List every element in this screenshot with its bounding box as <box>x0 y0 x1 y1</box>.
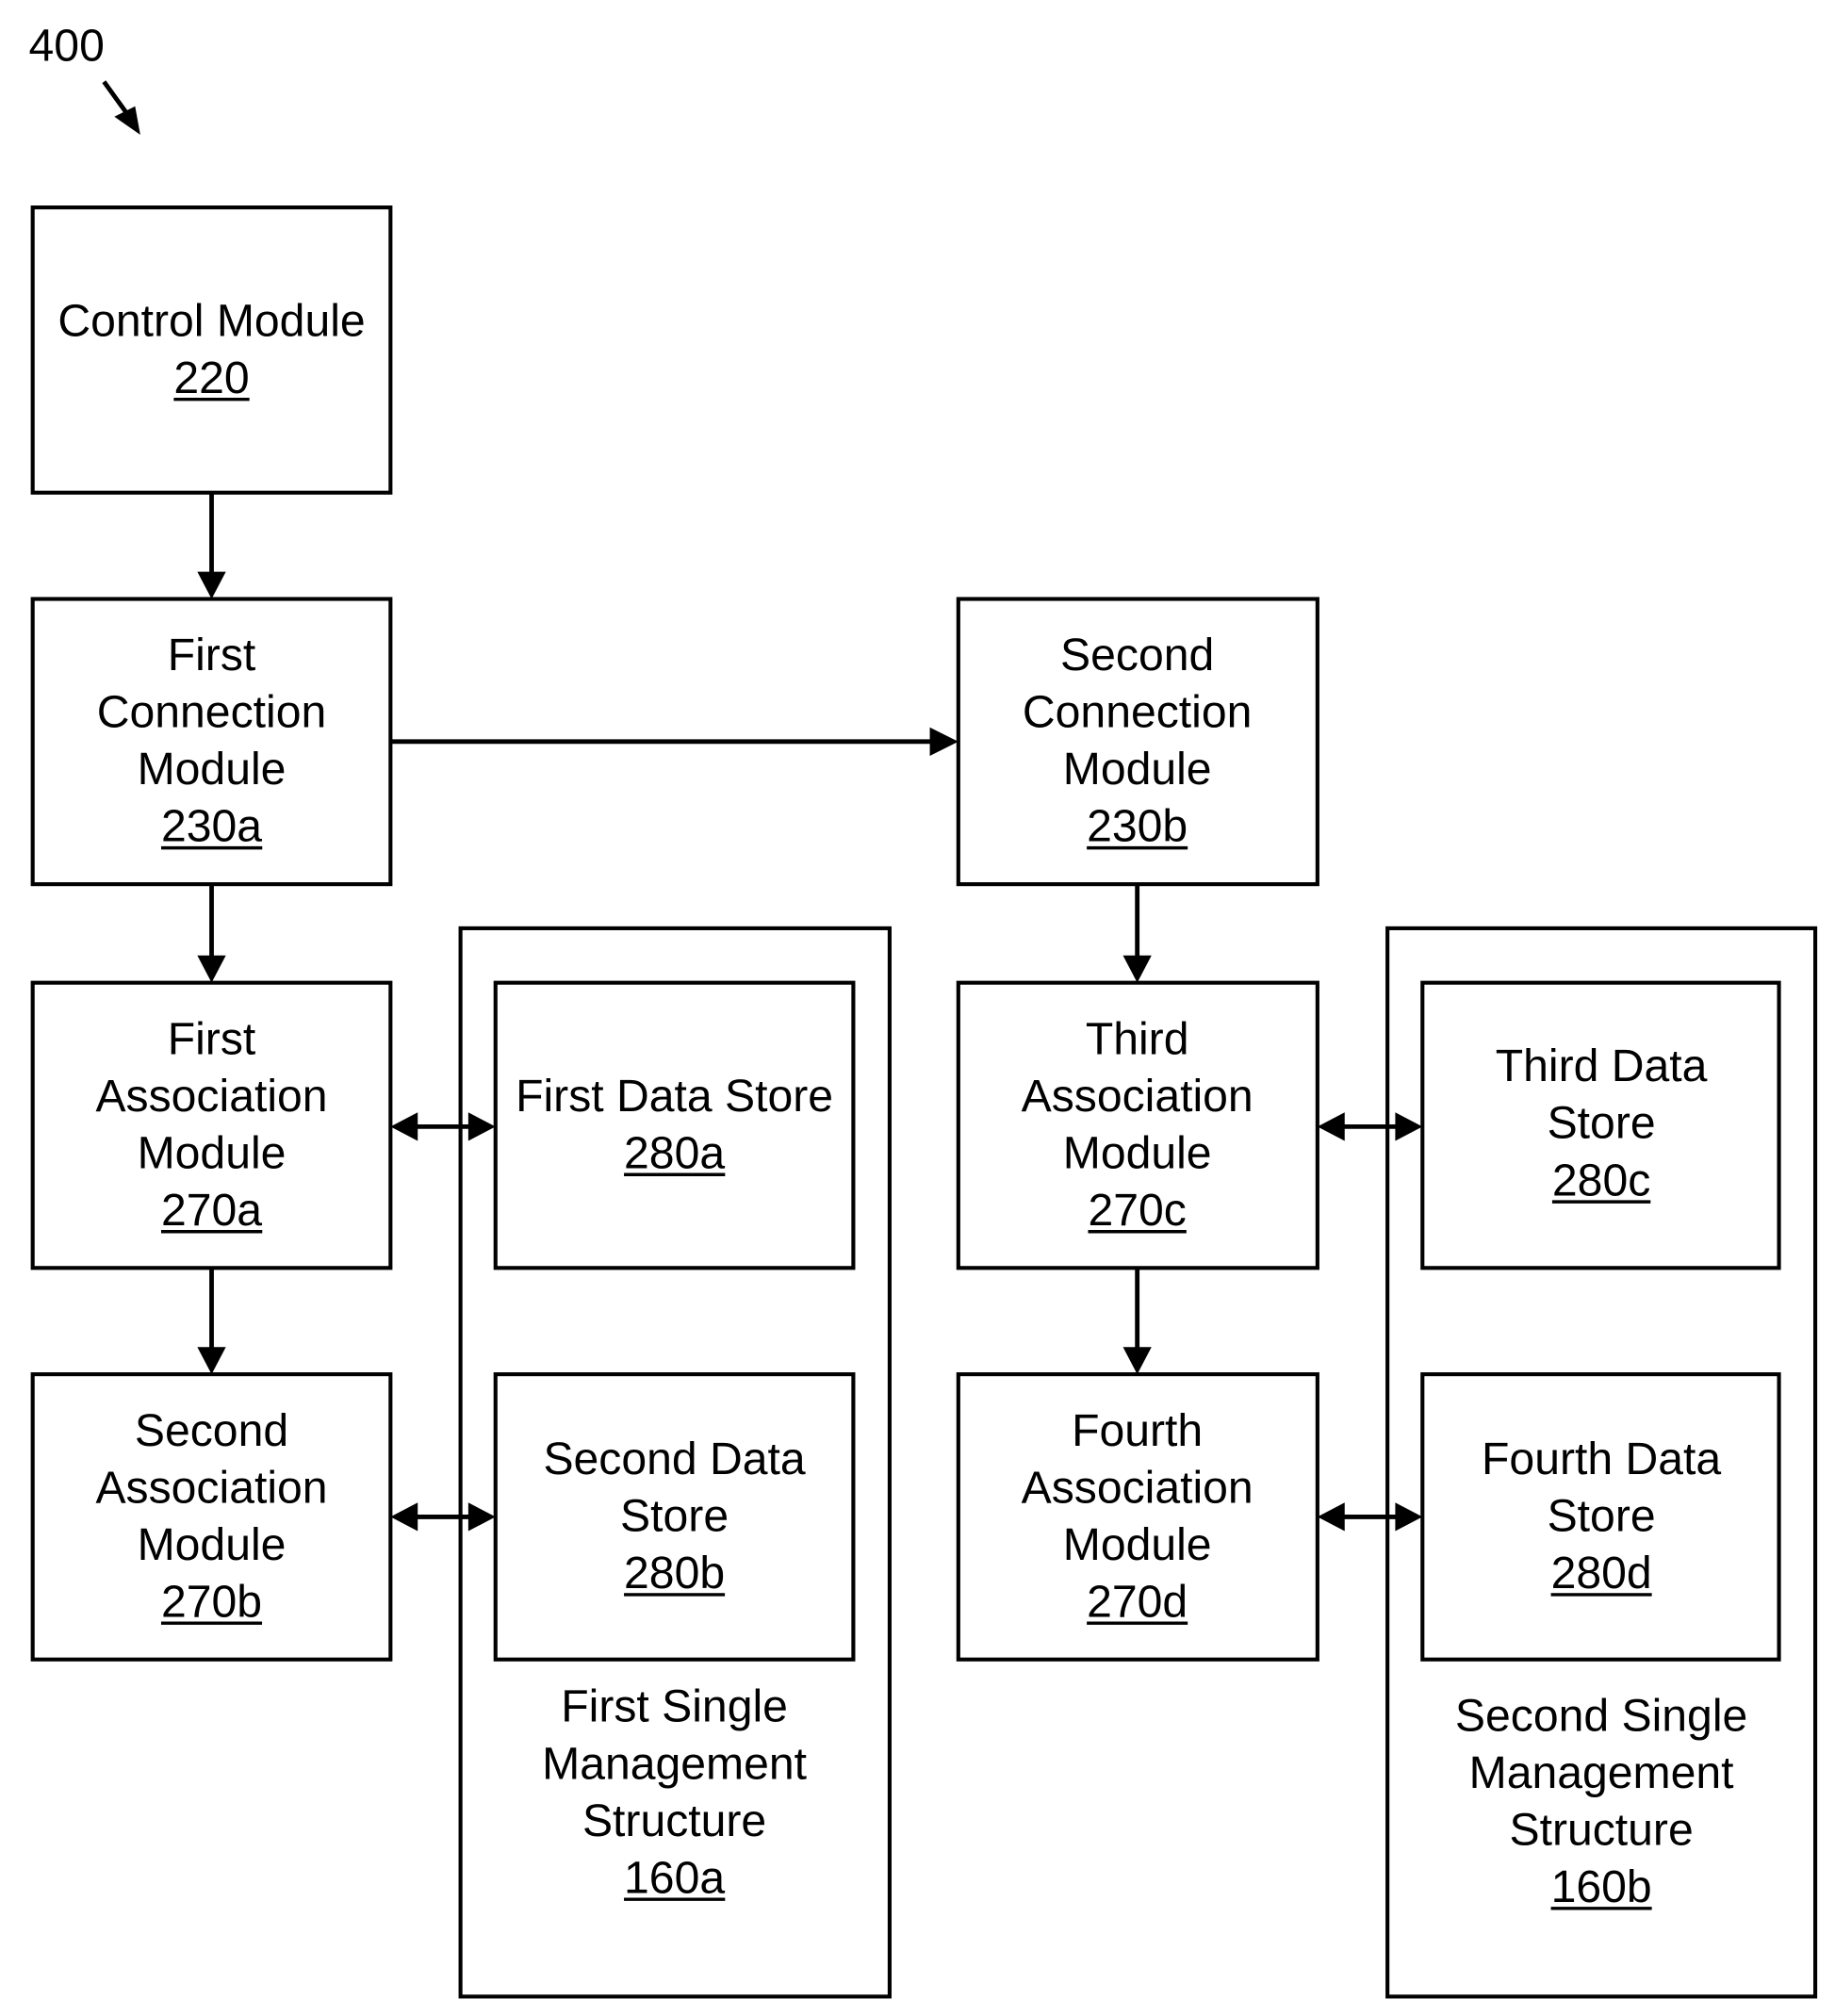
reference-number: 270a <box>161 1185 262 1236</box>
first-association-module: First Association Module 270a <box>30 980 393 1270</box>
arrow-control-to-first-connection <box>197 492 226 599</box>
label-line: Third <box>1086 1013 1189 1064</box>
reference-number: 270b <box>161 1576 262 1627</box>
svg-text:Module: Module <box>138 1127 287 1178</box>
reference-number: 220 <box>173 352 249 403</box>
reference-number: 160a <box>624 1852 725 1903</box>
svg-text:Fourth Data: Fourth Data <box>1482 1434 1721 1484</box>
svg-text:Third: Third <box>1086 1013 1189 1064</box>
reference-number: 230a <box>161 801 262 852</box>
reference-number: 230b <box>1087 801 1188 852</box>
label-line: Fourth <box>1072 1405 1203 1456</box>
svg-text:First: First <box>168 630 256 680</box>
svg-text:Connection: Connection <box>97 687 326 738</box>
label-line: Module <box>1063 1127 1212 1178</box>
second-data-store: Second Data Store 280b <box>493 1372 856 1662</box>
label-line: Module <box>1063 744 1212 795</box>
fourth-data-store: Fourth Data Store 280d <box>1420 1372 1781 1662</box>
reference-number: 270c <box>1088 1185 1186 1236</box>
label-line: Store <box>1548 1491 1656 1542</box>
reference-number: 280a <box>624 1127 725 1178</box>
label-line: Module <box>138 1127 287 1178</box>
label-line: Store <box>1548 1098 1656 1149</box>
label-line: Control Module <box>57 295 365 346</box>
fourth-association-module: Fourth Association Module 270d <box>956 1372 1319 1662</box>
label-line: Third Data <box>1496 1041 1708 1091</box>
reference-number: 280b <box>624 1548 725 1598</box>
third-association-module: Third Association Module 270c <box>956 980 1319 1270</box>
svg-text:Store: Store <box>620 1491 729 1542</box>
label-line: Second Data <box>543 1434 805 1484</box>
label-line: Association <box>1022 1462 1253 1513</box>
svg-text:Control Module: Control Module <box>57 295 365 346</box>
svg-text:Module: Module <box>1063 1127 1212 1178</box>
reference-number: 160b <box>1551 1861 1652 1912</box>
label-line: First <box>168 1013 256 1064</box>
first-connection-module: First Connection Module 230a <box>30 597 393 887</box>
svg-text:First Single: First Single <box>561 1681 788 1732</box>
svg-text:Association: Association <box>95 1462 327 1513</box>
svg-text:Second: Second <box>135 1405 288 1456</box>
svg-text:Fourth: Fourth <box>1072 1405 1203 1456</box>
label-line: Module <box>138 744 287 795</box>
arrow-first-connection-to-second-connection <box>390 727 958 756</box>
label-line: Association <box>95 1462 327 1513</box>
svg-text:Module: Module <box>1063 1519 1212 1570</box>
svg-text:Store: Store <box>1548 1491 1656 1542</box>
label-line: Association <box>95 1071 327 1122</box>
svg-text:Association: Association <box>1022 1071 1253 1122</box>
svg-text:Association: Association <box>95 1071 327 1122</box>
label-line: Management <box>1469 1747 1735 1798</box>
reference-number: 270d <box>1087 1576 1188 1627</box>
diagram-400: 400 First Single Management Structure 16… <box>29 21 1818 1999</box>
label-line: Structure <box>1509 1804 1693 1855</box>
arrow-third-association-to-fourth-association <box>1122 1268 1152 1375</box>
svg-text:Connection: Connection <box>1023 687 1252 738</box>
label-line: First Data Store <box>516 1071 833 1122</box>
label-line: First <box>168 630 256 680</box>
svg-text:Third Data: Third Data <box>1496 1041 1708 1091</box>
svg-text:Management: Management <box>1469 1747 1735 1798</box>
label-line: Second <box>135 1405 288 1456</box>
svg-text:Module: Module <box>138 1519 287 1570</box>
svg-text:Store: Store <box>1548 1098 1656 1149</box>
label-line: Second <box>1060 630 1214 680</box>
label-line: Structure <box>582 1795 766 1846</box>
svg-text:Association: Association <box>1022 1462 1253 1513</box>
label-line: Management <box>542 1738 808 1789</box>
svg-text:Module: Module <box>1063 744 1212 795</box>
reference-number: 280c <box>1552 1155 1650 1205</box>
svg-text:First: First <box>168 1013 256 1064</box>
svg-text:Module: Module <box>138 744 287 795</box>
svg-text:Second Data: Second Data <box>543 1434 805 1484</box>
figure-pointer-arrow <box>102 80 140 136</box>
label-line: Module <box>138 1519 287 1570</box>
first-data-store: First Data Store 280a <box>493 980 856 1270</box>
svg-text:Structure: Structure <box>1509 1804 1693 1855</box>
second-connection-module: Second Connection Module 230b <box>956 597 1319 887</box>
control-module: Control Module 220 <box>30 205 393 495</box>
arrow-second-connection-to-third-association <box>1122 884 1152 983</box>
third-data-store: Third Data Store 280c <box>1420 980 1781 1270</box>
label-line: Module <box>1063 1519 1212 1570</box>
svg-text:Second: Second <box>1060 630 1214 680</box>
label-line: First Single <box>561 1681 788 1732</box>
arrow-first-connection-to-first-association <box>197 884 226 983</box>
label-line: Store <box>620 1491 729 1542</box>
figure-number: 400 <box>29 21 105 72</box>
second-association-module: Second Association Module 270b <box>30 1372 393 1662</box>
arrow-first-association-to-second-association <box>197 1268 226 1375</box>
reference-number: 280d <box>1551 1548 1652 1598</box>
label-line: Second Single <box>1455 1690 1747 1741</box>
svg-text:First Data Store: First Data Store <box>516 1071 833 1122</box>
label-line: Fourth Data <box>1482 1434 1721 1484</box>
label-line: Connection <box>97 687 326 738</box>
label-line: Association <box>1022 1071 1253 1122</box>
svg-text:Management: Management <box>542 1738 808 1789</box>
label-line: Connection <box>1023 687 1252 738</box>
svg-text:Second Single: Second Single <box>1455 1690 1747 1741</box>
svg-text:Structure: Structure <box>582 1795 766 1846</box>
